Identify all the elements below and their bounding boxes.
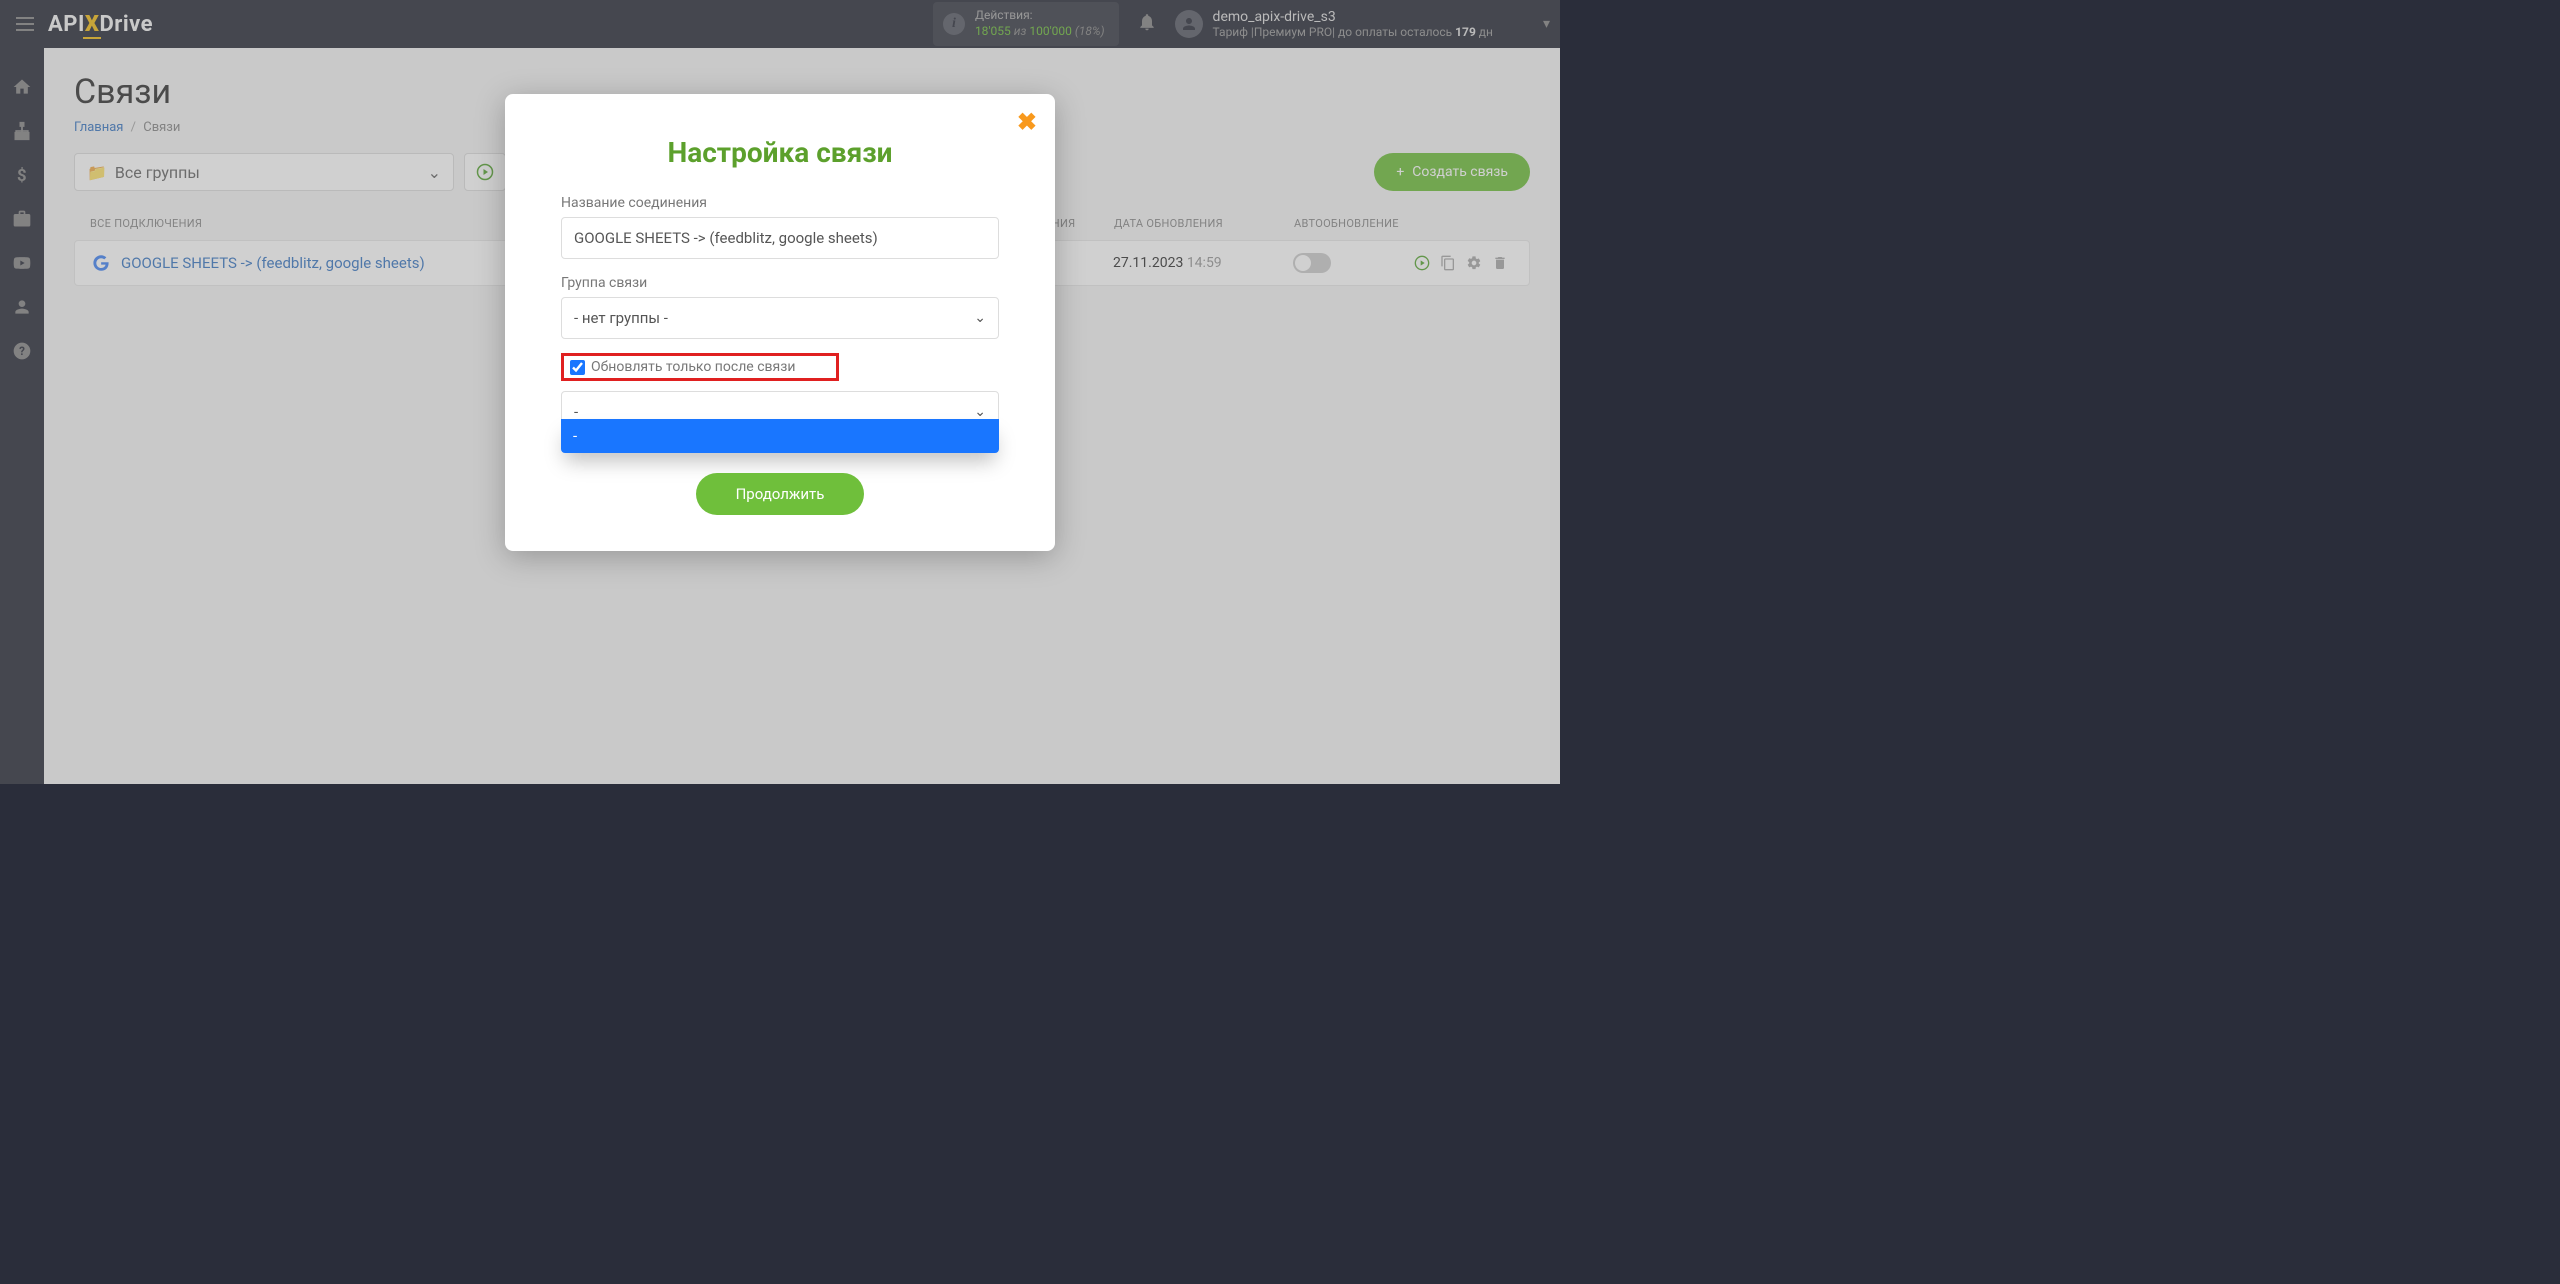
update-after-checkbox[interactable] bbox=[570, 360, 585, 375]
modal-overlay[interactable]: ✖ Настройка связи Название соединения Гр… bbox=[0, 0, 1560, 784]
continue-button[interactable]: Продолжить bbox=[696, 473, 865, 515]
group-select[interactable]: - нет группы - ⌄ bbox=[561, 297, 999, 339]
connection-settings-modal: ✖ Настройка связи Название соединения Гр… bbox=[505, 94, 1055, 551]
update-after-label: Обновлять только после связи bbox=[591, 359, 795, 375]
chevron-down-icon: ⌄ bbox=[974, 310, 986, 326]
chevron-down-icon: ⌄ bbox=[974, 404, 986, 420]
dropdown-option-selected[interactable]: - bbox=[561, 419, 999, 453]
group-label: Группа связи bbox=[561, 275, 999, 291]
update-after-checkbox-row: Обновлять только после связи bbox=[561, 353, 839, 381]
modal-title: Настройка связи bbox=[561, 136, 999, 169]
name-label: Название соединения bbox=[561, 195, 999, 211]
connection-name-input[interactable] bbox=[561, 217, 999, 259]
close-icon[interactable]: ✖ bbox=[1017, 108, 1037, 136]
